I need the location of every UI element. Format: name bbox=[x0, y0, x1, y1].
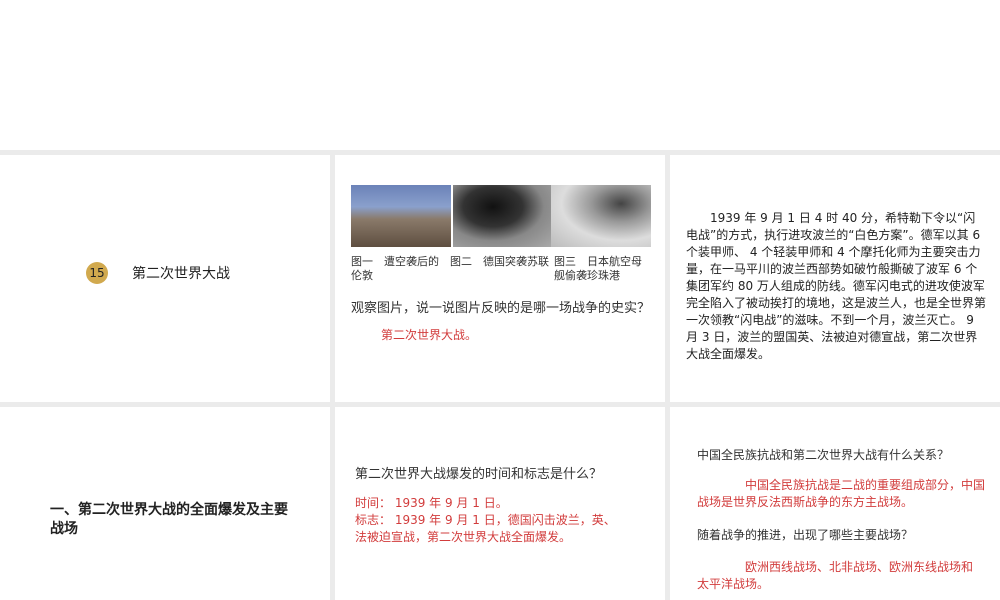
lesson-title: 第二次世界大战 bbox=[132, 266, 230, 282]
slide-section-panel[interactable]: 一、第二次世界大战的全面爆发及主要战场 bbox=[0, 407, 330, 600]
answer-mark: 标志： 1939 年 9 月 1 日，德国闪击波兰，英、法被迫宣战，第二次世界大… bbox=[355, 513, 616, 544]
history-paragraph: 1939 年 9 月 1 日 4 时 40 分，希特勒下令以“闪电战”的方式，执… bbox=[686, 211, 987, 361]
photo-caption: 图二 德国突袭苏联 bbox=[450, 255, 549, 268]
slide-paragraph-panel[interactable]: 1939 年 9 月 1 日 4 时 40 分，希特勒下令以“闪电战”的方式，执… bbox=[670, 155, 1000, 402]
question-text: 随着战争的推进，出现了哪些主要战场？ bbox=[697, 528, 914, 542]
photo-caption: 图三 日本航空母舰偷袭珍珠港 bbox=[554, 255, 642, 282]
answer-time: 时间： 1939 年 9 月 1 日。 bbox=[355, 496, 508, 510]
question-text: 观察图片，说一说图片反映的是哪一场战争的史实？ bbox=[351, 301, 651, 316]
slide-thumbnail-grid: 15 第二次世界大战 图一 遭空袭后的伦敦 图二 德国突袭苏联 图三 日本航空母… bbox=[0, 150, 1000, 600]
answer-text: 中国全民族抗战是二战的重要组成部分，中国战场是世界反法西斯战争的东方主战场。 bbox=[697, 478, 986, 509]
answer-text: 欧洲西线战场、北非战场、欧洲东线战场和太平洋战场。 bbox=[697, 560, 974, 591]
slide-title-panel[interactable]: 15 第二次世界大战 bbox=[0, 155, 330, 402]
photo-london-bombing bbox=[351, 185, 451, 247]
question-text: 中国全民族抗战和第二次世界大战有什么关系？ bbox=[697, 448, 950, 462]
slide-question-panel[interactable]: 第二次世界大战爆发的时间和标志是什么？ 时间： 1939 年 9 月 1 日。 … bbox=[335, 407, 665, 600]
question-text: 第二次世界大战爆发的时间和标志是什么？ bbox=[355, 467, 603, 482]
answer-text: 第二次世界大战。 bbox=[381, 328, 478, 342]
lesson-number-badge: 15 bbox=[86, 262, 108, 284]
section-title: 一、第二次世界大战的全面爆发及主要战场 bbox=[50, 502, 288, 537]
photo-pearl-harbor bbox=[551, 185, 651, 247]
photo-germany-attack bbox=[453, 185, 553, 247]
photo-caption: 图一 遭空袭后的伦敦 bbox=[351, 255, 439, 282]
slide-relations-panel[interactable]: 中国全民族抗战和第二次世界大战有什么关系？ 中国全民族抗战是二战的重要组成部分，… bbox=[670, 407, 1000, 600]
slide-photos-panel[interactable]: 图一 遭空袭后的伦敦 图二 德国突袭苏联 图三 日本航空母舰偷袭珍珠港 观察图片… bbox=[335, 155, 665, 402]
